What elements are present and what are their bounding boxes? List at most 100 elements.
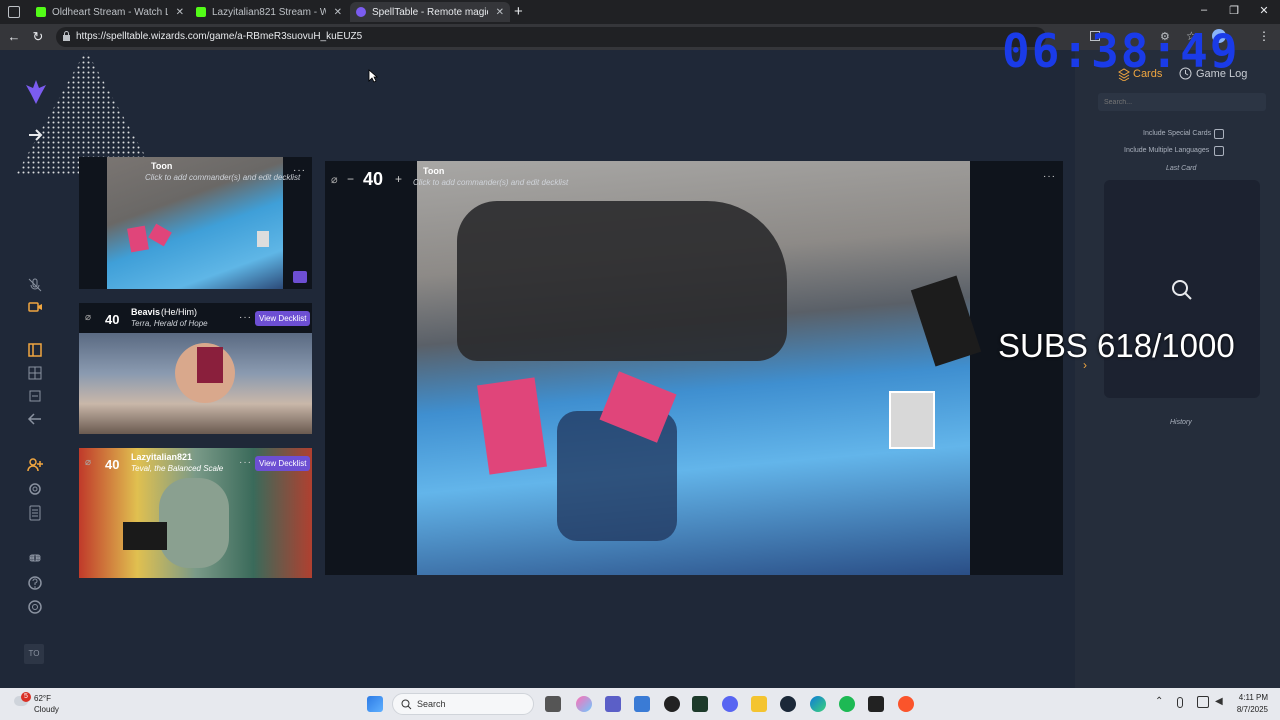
wifi-icon[interactable]	[1197, 696, 1209, 708]
grid-icon[interactable]	[26, 364, 44, 382]
lifebuoy-icon[interactable]	[26, 598, 44, 616]
epic-games-icon[interactable]	[868, 696, 884, 712]
chevron-up-icon[interactable]: ⌃	[1155, 696, 1163, 707]
spelltable-app: TO Toon Click to add commander(s) and ed…	[0, 50, 1280, 688]
brave-icon[interactable]	[898, 696, 914, 712]
card-sleeve	[127, 225, 149, 253]
card-art-face	[159, 478, 229, 568]
tab-lazyitalian[interactable]: Lazyitalian821 Stream - Watch Live ✕	[190, 2, 348, 22]
life-minus-button[interactable]: −	[347, 172, 354, 186]
life-plus-button[interactable]: +	[395, 172, 402, 186]
minimize-button[interactable]: –	[1196, 4, 1212, 16]
store-icon[interactable]	[634, 696, 650, 712]
mic-off-icon[interactable]	[26, 276, 44, 294]
clock-time[interactable]: 4:11 PM	[1232, 693, 1268, 702]
spelltable-favicon-icon	[356, 7, 366, 17]
site-info-icon[interactable]	[62, 31, 71, 41]
life-total[interactable]: 40	[363, 169, 383, 190]
avatar[interactable]: TO	[24, 644, 44, 664]
commander-hint[interactable]: Click to add commander(s) and edit deckl…	[145, 173, 300, 182]
command-icon[interactable]	[26, 549, 44, 567]
start-button-icon[interactable]	[367, 696, 383, 712]
browser-menu-icon[interactable]: ⋮	[1258, 29, 1270, 43]
search-icon	[1172, 280, 1192, 300]
life-total[interactable]: 40	[105, 457, 119, 472]
calculator-icon[interactable]	[26, 504, 44, 522]
view-decklist-button[interactable]: View Decklist	[255, 456, 311, 471]
settings-icon[interactable]	[26, 480, 44, 498]
volume-icon[interactable]: ◀	[1215, 696, 1223, 707]
tab-title: Oldheart Stream - Watch Live	[52, 6, 168, 18]
copilot-icon[interactable]	[576, 696, 592, 712]
windows-taskbar: 5 62°F Cloudy Search ⌃ ◀ 4:11 PM 8/7/202…	[0, 688, 1280, 720]
kick-icon	[36, 7, 46, 17]
player-name: Toon	[151, 161, 173, 171]
arrow-left-icon[interactable]	[26, 410, 44, 428]
restore-button[interactable]: ❐	[1226, 4, 1242, 17]
layout-panel-icon[interactable]	[26, 341, 44, 359]
omnibox[interactable]: https://spelltable.wizards.com/game/a-RB…	[56, 27, 1046, 47]
close-window-button[interactable]: ✕	[1256, 4, 1272, 17]
taskbar-search-label: Search	[417, 699, 446, 709]
tab-title: Lazyitalian821 Stream - Watch Live	[212, 6, 326, 18]
url-text[interactable]: https://spelltable.wizards.com/game/a-RB…	[76, 31, 362, 42]
tab-spelltable[interactable]: SpellTable - Remote magic play ✕	[350, 2, 510, 22]
close-tab-icon[interactable]: ✕	[334, 7, 342, 18]
mic-off-icon[interactable]: ⌀	[85, 457, 91, 468]
life-total[interactable]: 40	[105, 312, 119, 327]
player-tile-lazyitalian[interactable]: ⌀ 40 Lazyitalian821 Teval, the Balanced …	[79, 448, 312, 578]
history-heading: History	[1170, 419, 1192, 426]
last-card-slot[interactable]	[1104, 180, 1260, 398]
close-tab-icon[interactable]: ✕	[176, 7, 184, 18]
player-tile-toon-small[interactable]: Toon Click to add commander(s) and edit …	[79, 157, 312, 289]
teams-icon[interactable]	[605, 696, 621, 712]
spotify-icon[interactable]	[839, 696, 855, 712]
discord-icon[interactable]	[722, 696, 738, 712]
kick-icon	[196, 7, 206, 17]
view-decklist-button[interactable]: View Decklist	[255, 311, 311, 326]
taskbar-search[interactable]: Search	[392, 693, 534, 715]
terminal-icon[interactable]	[692, 696, 708, 712]
task-view-icon[interactable]	[545, 696, 561, 712]
include-languages-label: Include Multiple Languages	[1124, 147, 1210, 154]
include-special-checkbox[interactable]	[1214, 129, 1224, 139]
weather-widget[interactable]: 5 62°F Cloudy	[10, 692, 80, 716]
more-options-icon[interactable]: ···	[239, 312, 252, 323]
layers-icon[interactable]	[26, 387, 44, 405]
player-tile-main[interactable]: ⌀ − 40 + Toon Click to add commander(s) …	[325, 161, 1063, 575]
microphone-icon[interactable]	[1177, 697, 1183, 708]
player-tile-beavis[interactable]: ⌀ 40 Beavis (He/Him) Terra, Herald of Ho…	[79, 303, 312, 434]
close-tab-icon[interactable]: ✕	[496, 7, 504, 18]
card-search-input[interactable]	[1098, 93, 1266, 111]
more-options-icon[interactable]: ···	[293, 165, 306, 176]
commander-name[interactable]: Teval, the Balanced Scale	[131, 464, 223, 473]
file-explorer-icon[interactable]	[751, 696, 767, 712]
new-tab-button[interactable]: +	[514, 3, 523, 20]
tab-oldheart[interactable]: Oldheart Stream - Watch Live ✕	[30, 2, 190, 22]
commander-name[interactable]: Terra, Herald of Hope	[131, 319, 208, 328]
player-name: Lazyitalian821	[131, 452, 193, 462]
commander-hint[interactable]: Click to add commander(s) and edit deckl…	[413, 178, 568, 187]
eye-icon[interactable]	[293, 271, 307, 283]
reload-icon[interactable]: ↻	[30, 29, 46, 45]
help-icon[interactable]	[26, 574, 44, 592]
github-icon[interactable]	[664, 696, 680, 712]
video-feed	[417, 161, 982, 575]
edge-icon[interactable]	[810, 696, 826, 712]
steam-icon[interactable]	[780, 696, 796, 712]
tab-search-icon[interactable]	[8, 6, 20, 18]
weather-desc: Cloudy	[34, 705, 59, 714]
more-options-icon[interactable]: ···	[1043, 171, 1056, 182]
card-sleeves-stack	[477, 377, 547, 475]
camera-icon[interactable]	[26, 298, 44, 316]
overlay-clock: 06:38:49	[1002, 24, 1240, 78]
mic-off-icon[interactable]: ⌀	[331, 173, 338, 186]
add-user-icon[interactable]	[26, 456, 44, 474]
include-languages-checkbox[interactable]	[1214, 146, 1224, 156]
more-options-icon[interactable]: ···	[239, 457, 252, 468]
mic-off-icon[interactable]: ⌀	[85, 312, 91, 323]
back-icon[interactable]: ←	[6, 29, 22, 44]
overlay-sub-goal: SUBS 618/1000	[998, 327, 1235, 364]
weather-temp: 62°F	[34, 694, 51, 703]
clock-date[interactable]: 8/7/2025	[1228, 705, 1268, 714]
